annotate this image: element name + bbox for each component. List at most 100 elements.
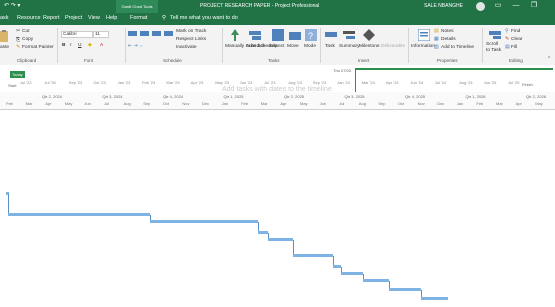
cut-icon[interactable]: ✂	[16, 29, 20, 34]
timeline-date-label: Jun '23	[239, 80, 253, 85]
mode-button[interactable]: Mode	[304, 44, 316, 49]
move-button[interactable]: Move	[287, 44, 299, 49]
tab-resource[interactable]: Resource	[17, 15, 41, 21]
search-icon[interactable]: ⚲	[162, 15, 166, 21]
notes-button[interactable]: Notes	[441, 29, 454, 34]
inspect-button[interactable]: Inspect	[269, 44, 284, 49]
auto-schedule-icon[interactable]	[249, 29, 261, 41]
task-bar[interactable]	[389, 288, 421, 291]
pin-icon[interactable]	[229, 29, 241, 41]
copy-icon[interactable]: ⎘	[16, 37, 20, 43]
add-to-timeline-icon[interactable]: ▥	[434, 45, 439, 50]
add-to-timeline-button[interactable]: Add to Timeline	[441, 45, 474, 50]
avatar[interactable]	[476, 2, 485, 11]
task-bar[interactable]	[268, 238, 293, 241]
insert-milestone-button[interactable]: Milestone	[359, 44, 380, 49]
fill-icon[interactable]: ▤	[505, 45, 510, 50]
task-bar[interactable]	[333, 265, 341, 268]
ribbon: aste ✂ Cut ⎘ Copy ✎ Format Painter Clipb…	[0, 25, 555, 66]
task-bar[interactable]	[258, 231, 268, 234]
move-icon[interactable]	[289, 29, 301, 41]
restore-button[interactable]: ❐	[528, 1, 540, 11]
month-label: Sep	[378, 101, 386, 106]
mode-icon[interactable]: ?	[305, 29, 317, 41]
respect-links-button[interactable]: Respect Links	[176, 37, 206, 42]
details-icon[interactable]: ▦	[434, 37, 439, 42]
tab-view[interactable]: View	[88, 15, 100, 21]
underline-button[interactable]: U	[78, 43, 81, 48]
task-icon[interactable]	[325, 29, 337, 41]
format-painter-icon[interactable]: ✎	[16, 45, 20, 50]
inactivate-button[interactable]: Inactivate	[176, 45, 197, 50]
month-label: Nov	[182, 101, 190, 106]
font-name-select[interactable]: Calibri	[61, 31, 93, 38]
group-label-insert: Insert	[358, 58, 370, 63]
bold-button[interactable]: B	[62, 43, 65, 48]
italic-button[interactable]: I	[70, 43, 71, 48]
find-icon[interactable]: ⚲	[505, 29, 509, 34]
scroll-to-task-icon[interactable]	[489, 29, 501, 40]
task-bar[interactable]	[293, 254, 333, 257]
month-label: May	[300, 101, 308, 106]
tab-project[interactable]: Project	[65, 15, 82, 21]
paste-button[interactable]: aste	[0, 45, 9, 50]
details-button[interactable]: Details	[441, 37, 456, 42]
month-label: Aug	[123, 101, 131, 106]
font-color-icon[interactable]: A	[100, 43, 103, 48]
user-name[interactable]: SALE NBANGHE	[424, 3, 463, 9]
fill-button[interactable]: Fill	[511, 45, 517, 50]
task-bar[interactable]	[150, 220, 258, 223]
minimize-button[interactable]: —	[510, 1, 522, 11]
collapse-ribbon-icon[interactable]: ⌃	[547, 57, 551, 62]
cut-button[interactable]: Cut	[22, 29, 29, 34]
context-tab-label: Gantt Chart Tools	[116, 0, 158, 13]
tab-format[interactable]: Format	[130, 15, 147, 21]
clear-button[interactable]: Clear	[511, 37, 522, 42]
gantt-chart[interactable]	[0, 110, 555, 307]
timeline-date-label: Jan '24	[337, 80, 350, 85]
quick-access-toolbar[interactable]: ↶ ↷ ▾	[4, 2, 20, 9]
month-label: Apr	[280, 101, 287, 106]
insert-summary-button[interactable]: Summary	[339, 44, 360, 49]
format-painter-button[interactable]: Format Painter	[22, 45, 54, 50]
milestone-icon[interactable]	[363, 29, 375, 41]
percent-complete-icon[interactable]	[128, 31, 173, 36]
summary-icon[interactable]	[343, 29, 355, 41]
information-icon[interactable]	[418, 29, 430, 41]
paste-icon[interactable]	[0, 30, 8, 42]
mark-on-track-button[interactable]: Mark on Track	[176, 29, 206, 34]
timeline-date-label: Sep '23	[312, 80, 327, 85]
find-button[interactable]: Find	[511, 29, 520, 34]
timeline-date-label: Jun '24	[410, 80, 424, 85]
task-bar[interactable]	[341, 272, 363, 275]
timeline-pane[interactable]: Today Start Thu 07/03 Jul '23 Jul '30 Sep …	[0, 65, 555, 93]
font-size-select[interactable]: 11	[93, 31, 109, 38]
tab-help[interactable]: Help	[106, 15, 117, 21]
inspect-icon[interactable]	[272, 29, 284, 41]
indent-icon[interactable]: ⇤ ⇥ ⇔	[128, 44, 144, 49]
notes-icon[interactable]: ▤	[434, 29, 439, 34]
tab-task[interactable]: ask	[0, 15, 9, 21]
timeline-date-label: Jul '25	[508, 80, 520, 85]
month-label: Jan	[456, 101, 464, 106]
task-bar[interactable]	[363, 279, 389, 282]
timeline-view-range[interactable]	[355, 68, 553, 92]
copy-button[interactable]: Copy	[22, 37, 33, 42]
task-bar[interactable]	[421, 297, 448, 300]
task-bar[interactable]	[8, 213, 150, 216]
timeline-date-label: Feb '23	[142, 80, 156, 85]
group-label-font: Font	[84, 58, 94, 63]
clear-icon[interactable]: ✎	[505, 37, 509, 42]
title-bar: ↶ ↷ ▾ Gantt Chart Tools PROJECT RESEARCH…	[0, 0, 555, 13]
information-button[interactable]: Information	[411, 44, 435, 49]
timeline-date-label: Jun '25	[483, 80, 497, 85]
scroll-to-task-button[interactable]: Scroll to Task	[486, 42, 502, 54]
tell-me-input[interactable]: Tell me what you want to do	[170, 15, 238, 21]
highlight-color-icon[interactable]: ◆	[88, 43, 92, 48]
tab-report[interactable]: Report	[43, 15, 60, 21]
month-label: Apr	[515, 101, 522, 106]
insert-task-button[interactable]: Task	[325, 44, 335, 49]
ribbon-display-icon[interactable]: ▭	[492, 1, 504, 11]
divider	[222, 28, 223, 63]
timescale-header: Qtr 2, 2024 Qtr 3, 2024 Qtr 4, 2024 Qtr 1, …	[0, 92, 555, 110]
